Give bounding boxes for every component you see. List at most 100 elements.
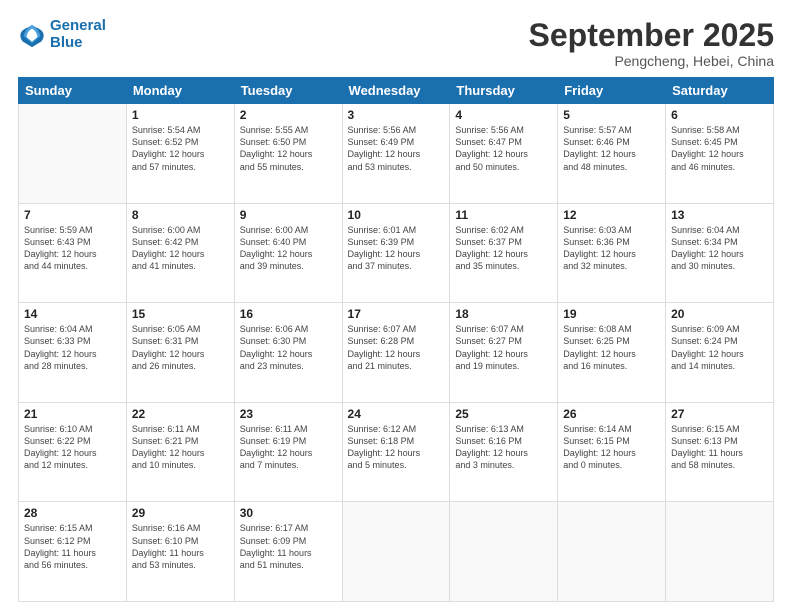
logo-text: General Blue xyxy=(50,18,106,51)
calendar-cell: 7Sunrise: 5:59 AM Sunset: 6:43 PM Daylig… xyxy=(19,203,127,303)
calendar-cell: 26Sunrise: 6:14 AM Sunset: 6:15 PM Dayli… xyxy=(558,402,666,502)
day-number: 6 xyxy=(671,108,768,122)
day-info: Sunrise: 6:00 AM Sunset: 6:42 PM Dayligh… xyxy=(132,224,229,273)
day-number: 5 xyxy=(563,108,660,122)
day-number: 12 xyxy=(563,208,660,222)
header: General Blue September 2025 Pengcheng, H… xyxy=(18,18,774,69)
day-number: 23 xyxy=(240,407,337,421)
day-number: 26 xyxy=(563,407,660,421)
day-info: Sunrise: 6:12 AM Sunset: 6:18 PM Dayligh… xyxy=(348,423,445,472)
calendar-cell: 11 Sunrise: 6:02 AM Sunset: 6:37 PM Dayli… xyxy=(450,203,558,303)
week-row-4: 21 Sunrise: 6:10 AM Sunset: 6:22 PM Dayli… xyxy=(19,402,774,502)
day-number: 2 xyxy=(240,108,337,122)
weekday-header-row: SundayMondayTuesdayWednesdayThursdayFrid… xyxy=(19,78,774,104)
day-info: Sunrise: 5:58 AM Sunset: 6:45 PM Dayligh… xyxy=(671,124,768,173)
day-number: 16 xyxy=(240,307,337,321)
weekday-header-tuesday: Tuesday xyxy=(234,78,342,104)
day-number: 4 xyxy=(455,108,552,122)
day-info: Sunrise: 5:56 AM Sunset: 6:47 PM Dayligh… xyxy=(455,124,552,173)
calendar-cell xyxy=(19,104,127,204)
day-info: Sunrise: 6:01 AM Sunset: 6:39 PM Dayligh… xyxy=(348,224,445,273)
calendar-cell xyxy=(450,502,558,602)
calendar-cell: 23 Sunrise: 6:11 AM Sunset: 6:19 PM Dayli… xyxy=(234,402,342,502)
calendar-cell: 30Sunrise: 6:17 AM Sunset: 6:09 PM Dayli… xyxy=(234,502,342,602)
calendar-cell: 2 Sunrise: 5:55 AM Sunset: 6:50 PM Daylig… xyxy=(234,104,342,204)
day-info: Sunrise: 5:54 AM Sunset: 6:52 PM Dayligh… xyxy=(132,124,229,173)
day-number: 24 xyxy=(348,407,445,421)
day-info: Sunrise: 6:02 AM Sunset: 6:37 PM Dayligh… xyxy=(455,224,552,273)
day-info: Sunrise: 6:00 AM Sunset: 6:40 PM Dayligh… xyxy=(240,224,337,273)
day-info: Sunrise: 6:07 AM Sunset: 6:28 PM Dayligh… xyxy=(348,323,445,372)
day-info: Sunrise: 6:11 AM Sunset: 6:19 PM Dayligh… xyxy=(240,423,337,472)
day-number: 22 xyxy=(132,407,229,421)
day-info: Sunrise: 6:05 AM Sunset: 6:31 PM Dayligh… xyxy=(132,323,229,372)
logo-line2: Blue xyxy=(50,34,83,51)
day-number: 25 xyxy=(455,407,552,421)
day-info: Sunrise: 6:17 AM Sunset: 6:09 PM Dayligh… xyxy=(240,522,337,571)
day-number: 20 xyxy=(671,307,768,321)
day-number: 3 xyxy=(348,108,445,122)
calendar-cell: 4 Sunrise: 5:56 AM Sunset: 6:47 PM Daylig… xyxy=(450,104,558,204)
day-number: 14 xyxy=(24,307,121,321)
calendar-cell: 1 Sunrise: 5:54 AM Sunset: 6:52 PM Daylig… xyxy=(126,104,234,204)
day-info: Sunrise: 6:11 AM Sunset: 6:21 PM Dayligh… xyxy=(132,423,229,472)
calendar-cell: 9 Sunrise: 6:00 AM Sunset: 6:40 PM Daylig… xyxy=(234,203,342,303)
day-info: Sunrise: 6:13 AM Sunset: 6:16 PM Dayligh… xyxy=(455,423,552,472)
title-block: September 2025 Pengcheng, Hebei, China xyxy=(529,18,774,69)
weekday-header-friday: Friday xyxy=(558,78,666,104)
weekday-header-thursday: Thursday xyxy=(450,78,558,104)
calendar-cell: 19 Sunrise: 6:08 AM Sunset: 6:25 PM Dayli… xyxy=(558,303,666,403)
day-info: Sunrise: 5:59 AM Sunset: 6:43 PM Dayligh… xyxy=(24,224,121,273)
week-row-5: 28 Sunrise: 6:15 AM Sunset: 6:12 PM Dayli… xyxy=(19,502,774,602)
calendar-cell: 28 Sunrise: 6:15 AM Sunset: 6:12 PM Dayli… xyxy=(19,502,127,602)
logo-line1: General xyxy=(50,17,106,34)
calendar-cell xyxy=(342,502,450,602)
calendar-cell: 14 Sunrise: 6:04 AM Sunset: 6:33 PM Dayli… xyxy=(19,303,127,403)
day-number: 11 xyxy=(455,208,552,222)
day-number: 29 xyxy=(132,506,229,520)
calendar-cell: 18 Sunrise: 6:07 AM Sunset: 6:27 PM Dayli… xyxy=(450,303,558,403)
day-number: 19 xyxy=(563,307,660,321)
day-info: Sunrise: 6:15 AM Sunset: 6:12 PM Dayligh… xyxy=(24,522,121,571)
day-info: Sunrise: 6:03 AM Sunset: 6:36 PM Dayligh… xyxy=(563,224,660,273)
calendar-cell: 13Sunrise: 6:04 AM Sunset: 6:34 PM Dayli… xyxy=(666,203,774,303)
calendar-cell: 27Sunrise: 6:15 AM Sunset: 6:13 PM Dayli… xyxy=(666,402,774,502)
calendar-cell: 21 Sunrise: 6:10 AM Sunset: 6:22 PM Dayli… xyxy=(19,402,127,502)
logo-icon xyxy=(18,21,46,49)
week-row-3: 14 Sunrise: 6:04 AM Sunset: 6:33 PM Dayli… xyxy=(19,303,774,403)
day-info: Sunrise: 6:07 AM Sunset: 6:27 PM Dayligh… xyxy=(455,323,552,372)
calendar-table: SundayMondayTuesdayWednesdayThursdayFrid… xyxy=(18,77,774,602)
calendar-cell xyxy=(558,502,666,602)
calendar-cell: 24 Sunrise: 6:12 AM Sunset: 6:18 PM Dayli… xyxy=(342,402,450,502)
day-info: Sunrise: 6:15 AM Sunset: 6:13 PM Dayligh… xyxy=(671,423,768,472)
location: Pengcheng, Hebei, China xyxy=(529,53,774,69)
day-info: Sunrise: 5:55 AM Sunset: 6:50 PM Dayligh… xyxy=(240,124,337,173)
day-number: 1 xyxy=(132,108,229,122)
week-row-1: 1 Sunrise: 5:54 AM Sunset: 6:52 PM Daylig… xyxy=(19,104,774,204)
calendar-cell: 22 Sunrise: 6:11 AM Sunset: 6:21 PM Dayli… xyxy=(126,402,234,502)
calendar-cell: 8 Sunrise: 6:00 AM Sunset: 6:42 PM Daylig… xyxy=(126,203,234,303)
day-info: Sunrise: 6:10 AM Sunset: 6:22 PM Dayligh… xyxy=(24,423,121,472)
calendar-cell: 20 Sunrise: 6:09 AM Sunset: 6:24 PM Dayli… xyxy=(666,303,774,403)
calendar-cell: 3 Sunrise: 5:56 AM Sunset: 6:49 PM Daylig… xyxy=(342,104,450,204)
day-number: 28 xyxy=(24,506,121,520)
day-number: 21 xyxy=(24,407,121,421)
calendar-cell: 5Sunrise: 5:57 AM Sunset: 6:46 PM Daylig… xyxy=(558,104,666,204)
day-number: 18 xyxy=(455,307,552,321)
weekday-header-saturday: Saturday xyxy=(666,78,774,104)
logo: General Blue xyxy=(18,18,106,51)
page: General Blue September 2025 Pengcheng, H… xyxy=(0,0,792,612)
day-info: Sunrise: 6:04 AM Sunset: 6:33 PM Dayligh… xyxy=(24,323,121,372)
calendar-cell: 29Sunrise: 6:16 AM Sunset: 6:10 PM Dayli… xyxy=(126,502,234,602)
weekday-header-wednesday: Wednesday xyxy=(342,78,450,104)
calendar-cell: 15Sunrise: 6:05 AM Sunset: 6:31 PM Dayli… xyxy=(126,303,234,403)
day-number: 13 xyxy=(671,208,768,222)
day-info: Sunrise: 6:08 AM Sunset: 6:25 PM Dayligh… xyxy=(563,323,660,372)
weekday-header-monday: Monday xyxy=(126,78,234,104)
calendar-cell: 12 Sunrise: 6:03 AM Sunset: 6:36 PM Dayli… xyxy=(558,203,666,303)
day-info: Sunrise: 6:09 AM Sunset: 6:24 PM Dayligh… xyxy=(671,323,768,372)
day-info: Sunrise: 5:56 AM Sunset: 6:49 PM Dayligh… xyxy=(348,124,445,173)
day-number: 8 xyxy=(132,208,229,222)
weekday-header-sunday: Sunday xyxy=(19,78,127,104)
day-number: 9 xyxy=(240,208,337,222)
